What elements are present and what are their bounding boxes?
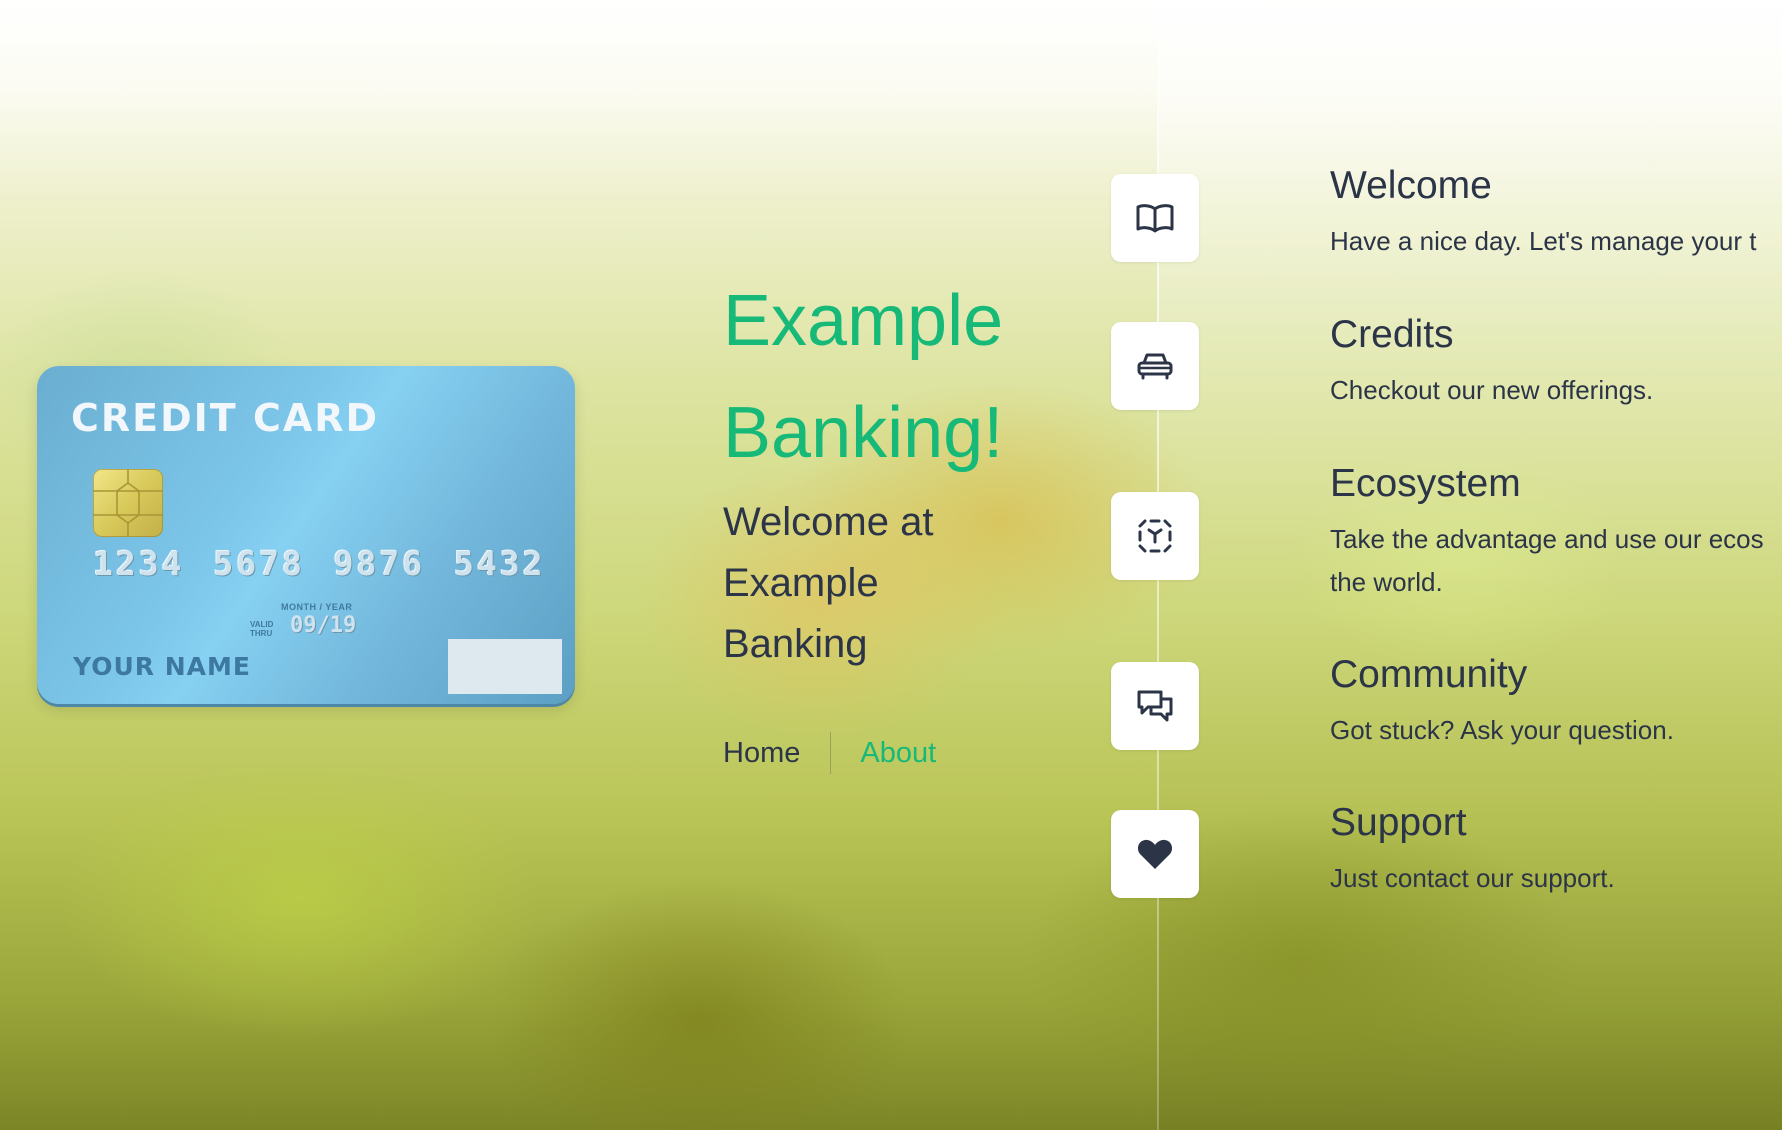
feature-description: Checkout our new offerings. (1330, 375, 1654, 405)
feature-title: Ecosystem (1330, 462, 1521, 505)
feature-credits: Credits Checkout our new offerings. (1330, 313, 1782, 412)
welcome-line2: Example (723, 561, 879, 605)
feature-title: Support (1330, 801, 1467, 844)
feature-description: Got stuck? Ask your question. (1330, 715, 1674, 745)
card-expiry: 09/19 (290, 613, 357, 638)
feature-support: Support Just contact our support. (1330, 801, 1782, 900)
feature-ecosystem: Ecosystem Take the advantage and use our… (1330, 462, 1782, 604)
feature-title: Community (1330, 653, 1528, 696)
welcome-line1: Welcome at (723, 500, 934, 544)
card-holder-name: YOUR NAME (73, 652, 251, 681)
welcome-text: Welcome at Example Banking (723, 492, 983, 675)
feature-community: Community Got stuck? Ask your question. (1330, 653, 1782, 752)
credits-icon-box[interactable] (1111, 322, 1199, 410)
feature-title: Credits (1330, 313, 1454, 356)
card-valid-thru-label: VALID THRU (250, 620, 274, 638)
brand-title-line1: Example (723, 281, 1004, 361)
community-icon-box[interactable] (1111, 662, 1199, 750)
page: CREDIT CARD 1234 5678 9876 5432 MONTH / … (0, 0, 1782, 1130)
brand-title-line2: Banking! (723, 393, 1004, 473)
feature-description: Have a nice day. Let's manage your t (1330, 226, 1757, 256)
nav-about-link[interactable]: About (860, 737, 936, 770)
brand-title: Example Banking! (723, 265, 1053, 489)
nav-separator (830, 732, 832, 774)
heart-icon (1137, 839, 1173, 869)
card-signature-box (448, 639, 562, 694)
welcome-line3: Banking (723, 622, 868, 666)
support-icon-box[interactable] (1111, 810, 1199, 898)
credit-card-image: CREDIT CARD 1234 5678 9876 5432 MONTH / … (37, 366, 575, 704)
chip-icon (93, 469, 163, 537)
car-icon (1137, 353, 1173, 380)
main-nav: Home About (723, 732, 936, 774)
feature-description: Take the advantage and use our ecos the … (1330, 524, 1764, 597)
feature-title: Welcome (1330, 164, 1492, 207)
nav-home-link[interactable]: Home (723, 737, 800, 770)
card-month-year-label: MONTH / YEAR (281, 602, 353, 612)
scan-icon (1138, 519, 1172, 553)
card-number: 1234 5678 9876 5432 (93, 544, 546, 583)
welcome-icon-box[interactable] (1111, 174, 1199, 262)
feature-description: Just contact our support. (1330, 863, 1615, 893)
card-title: CREDIT CARD (71, 396, 380, 440)
book-icon (1136, 204, 1174, 233)
ecosystem-icon-box[interactable] (1111, 492, 1199, 580)
chat-icon (1137, 690, 1173, 722)
feature-welcome: Welcome Have a nice day. Let's manage yo… (1330, 164, 1782, 263)
